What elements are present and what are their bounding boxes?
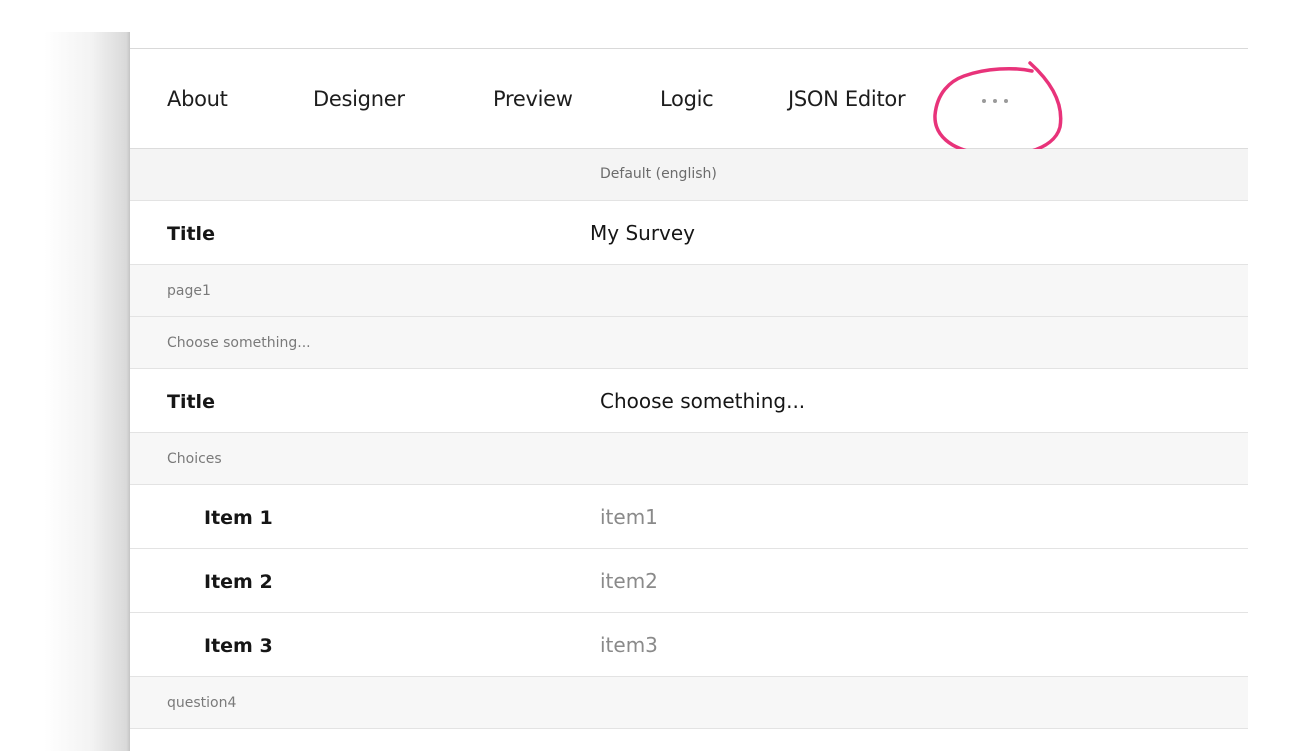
language-header-row: Default (english)	[130, 149, 1248, 201]
choice-label: Item 1	[204, 507, 273, 529]
choice-label: Item 3	[204, 635, 273, 657]
choice-row: Item 1 item1	[130, 485, 1248, 549]
more-dot	[1004, 99, 1008, 103]
choices-section-row: Choices	[130, 433, 1248, 485]
left-panel-shadow	[44, 32, 130, 751]
section-label: page1	[167, 283, 211, 299]
choice-value[interactable]: item1	[600, 505, 658, 529]
question-section-row: Choose something...	[130, 317, 1248, 369]
tab-json-editor[interactable]: JSON Editor	[788, 87, 906, 111]
language-column-header: Default (english)	[600, 166, 717, 182]
section-label: question4	[167, 695, 237, 711]
choice-value[interactable]: item3	[600, 633, 658, 657]
more-dot	[993, 99, 997, 103]
next-question-section-row: question4	[130, 677, 1248, 729]
property-label: Title	[167, 391, 215, 413]
section-label: Choices	[167, 451, 222, 467]
choice-value[interactable]: item2	[600, 569, 658, 593]
tab-preview[interactable]: Preview	[493, 87, 573, 111]
tab-logic[interactable]: Logic	[660, 87, 714, 111]
choice-row: Item 3 item3	[130, 613, 1248, 677]
survey-title-value[interactable]: My Survey	[590, 221, 695, 245]
translation-editor: About Designer Preview Logic JSON Editor…	[130, 48, 1248, 751]
page-section-row: page1	[130, 265, 1248, 317]
question-title-row: Title Choose something...	[130, 369, 1248, 433]
survey-title-row: Title My Survey	[130, 201, 1248, 265]
more-horizontal-icon	[982, 99, 986, 103]
tab-designer[interactable]: Designer	[313, 87, 405, 111]
property-label: Title	[167, 223, 215, 245]
more-tabs-button[interactable]	[978, 87, 1022, 111]
tab-bar: About Designer Preview Logic JSON Editor	[130, 49, 1248, 158]
choice-label: Item 2	[204, 571, 273, 593]
tab-about[interactable]: About	[167, 87, 228, 111]
question-title-value[interactable]: Choose something...	[600, 389, 805, 413]
choice-row: Item 2 item2	[130, 549, 1248, 613]
section-label: Choose something...	[167, 335, 311, 351]
